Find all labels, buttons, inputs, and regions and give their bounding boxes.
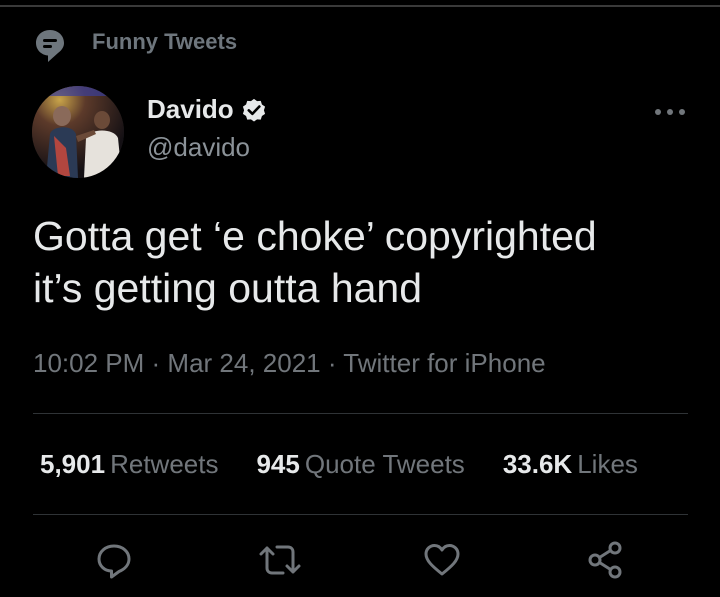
retweets-stat[interactable]: 5,901 Retweets xyxy=(40,449,218,480)
more-options-button[interactable] xyxy=(650,100,690,124)
engagement-stats: 5,901 Retweets 945 Quote Tweets 33.6K Likes xyxy=(40,449,638,480)
likes-label: Likes xyxy=(577,449,638,479)
author-name-row[interactable]: Davido xyxy=(147,94,268,125)
topic-icon xyxy=(34,28,66,64)
author-handle[interactable]: @davido xyxy=(147,132,250,163)
tweet-source[interactable]: Twitter for iPhone xyxy=(343,348,545,378)
tweet-text: Gotta get ‘e choke’ copyrighted it’s get… xyxy=(33,210,693,314)
meta-separator: · xyxy=(327,348,344,378)
author-display-name[interactable]: Davido xyxy=(147,94,234,125)
retweet-button[interactable] xyxy=(257,538,303,582)
more-icon xyxy=(655,109,685,115)
retweets-count: 5,901 xyxy=(40,449,106,479)
reply-button[interactable] xyxy=(94,538,134,582)
tweet-text-line: it’s getting outta hand xyxy=(33,265,423,311)
action-bar xyxy=(0,538,720,588)
quote-tweets-count: 945 xyxy=(256,449,300,479)
likes-count: 33.6K xyxy=(502,449,573,479)
retweet-icon xyxy=(259,545,301,575)
context-label: Funny Tweets xyxy=(92,29,238,54)
top-border xyxy=(0,5,720,7)
meta-separator: · xyxy=(151,348,168,378)
avatar[interactable] xyxy=(32,86,124,178)
quote-tweets-stat[interactable]: 945 Quote Tweets xyxy=(256,449,464,480)
tweet-time[interactable]: 10:02 PM xyxy=(33,348,144,378)
tweet-metadata: 10:02 PM · Mar 24, 2021 · Twitter for iP… xyxy=(33,348,546,379)
stats-divider-bottom xyxy=(33,514,688,515)
stats-divider-top xyxy=(33,413,688,414)
reply-icon xyxy=(97,544,131,579)
tweet-date[interactable]: Mar 24, 2021 xyxy=(167,348,320,378)
like-icon xyxy=(424,544,460,576)
likes-stat[interactable]: 33.6K Likes xyxy=(503,449,638,480)
share-icon xyxy=(588,541,622,579)
social-context[interactable]: Funny Tweets xyxy=(34,27,237,65)
like-button[interactable] xyxy=(422,538,462,582)
share-button[interactable] xyxy=(586,538,626,582)
verified-badge-icon xyxy=(240,96,268,124)
retweets-label: Retweets xyxy=(110,449,219,479)
quote-tweets-label: Quote Tweets xyxy=(304,449,465,479)
tweet-text-line: Gotta get ‘e choke’ copyrighted xyxy=(33,213,597,259)
